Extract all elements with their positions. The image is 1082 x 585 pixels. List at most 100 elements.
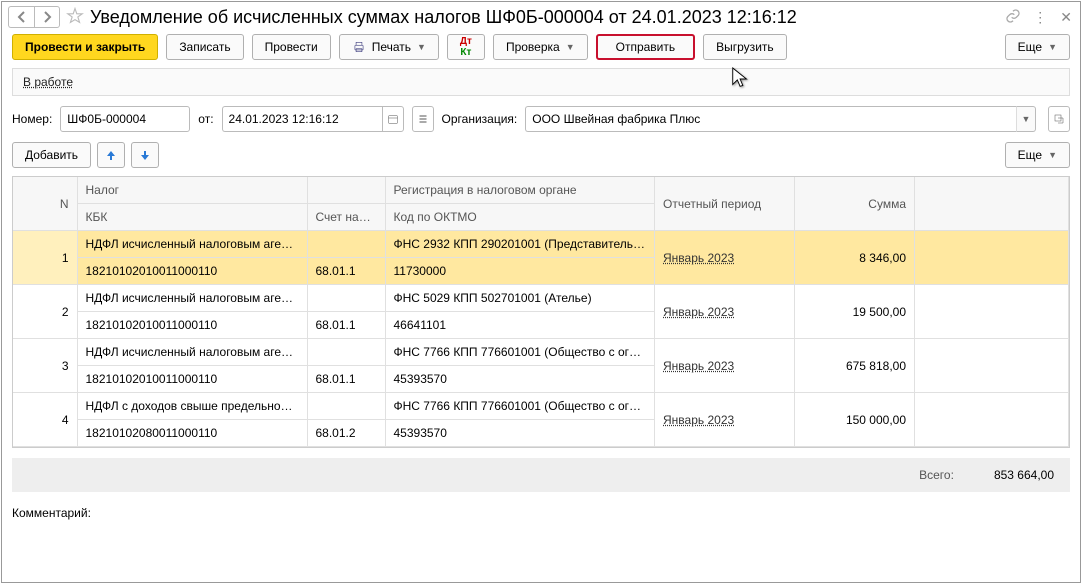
cell-blank xyxy=(915,231,1069,285)
col-amount[interactable]: Сумма xyxy=(795,177,915,231)
cell-blank xyxy=(915,285,1069,339)
list-icon xyxy=(417,113,429,125)
caret-down-icon: ▼ xyxy=(566,42,575,52)
table-row[interactable]: 4НДФЛ с доходов свыше предельной величин… xyxy=(13,393,1069,420)
col-blank xyxy=(915,177,1069,231)
cell-period[interactable]: Январь 2023 xyxy=(655,231,795,285)
cell-period[interactable]: Январь 2023 xyxy=(655,393,795,447)
dtkt-button[interactable]: ДтКт xyxy=(447,34,485,60)
cell-blank xyxy=(915,393,1069,447)
post-and-close-button[interactable]: Провести и закрыть xyxy=(12,34,158,60)
org-label: Организация: xyxy=(442,112,518,126)
comment-label: Комментарий: xyxy=(12,506,91,520)
cell-reg[interactable]: ФНС 7766 КПП 776601001 (Общество с огра.… xyxy=(385,393,655,420)
totals-value: 853 664,00 xyxy=(994,468,1054,482)
cell-kbk[interactable]: 18210102010011000110 xyxy=(77,258,307,285)
save-button[interactable]: Записать xyxy=(166,34,243,60)
cell-acct[interactable]: 68.01.2 xyxy=(307,420,385,447)
cell-period[interactable]: Январь 2023 xyxy=(655,285,795,339)
date-input[interactable] xyxy=(222,106,382,132)
open-icon xyxy=(1053,113,1065,125)
table-row[interactable]: 1НДФЛ исчисленный налоговым агентомФНС 2… xyxy=(13,231,1069,258)
cell-period[interactable]: Январь 2023 xyxy=(655,339,795,393)
org-open-button[interactable] xyxy=(1048,106,1070,132)
cell-amount: 19 500,00 xyxy=(795,285,915,339)
org-dropdown-button[interactable]: ▼ xyxy=(1016,106,1036,132)
cell-oktmo[interactable]: 45393570 xyxy=(385,420,655,447)
org-input[interactable] xyxy=(525,106,1016,132)
cell-acct[interactable]: 68.01.1 xyxy=(307,258,385,285)
cell-tax[interactable]: НДФЛ исчисленный налоговым агентом xyxy=(77,231,307,258)
arrow-up-icon xyxy=(105,149,117,161)
cell-acct-blank xyxy=(307,285,385,312)
cell-kbk[interactable]: 18210102080011000110 xyxy=(77,420,307,447)
cell-oktmo[interactable]: 11730000 xyxy=(385,258,655,285)
col-period[interactable]: Отчетный период xyxy=(655,177,795,231)
cell-oktmo[interactable]: 45393570 xyxy=(385,366,655,393)
cell-amount: 675 818,00 xyxy=(795,339,915,393)
cell-n: 3 xyxy=(13,339,77,393)
number-label: Номер: xyxy=(12,112,52,126)
col-oktmo[interactable]: Код по ОКТМО xyxy=(385,204,655,231)
col-kbk[interactable]: КБК xyxy=(77,204,307,231)
arrow-right-icon xyxy=(41,11,53,23)
printer-icon xyxy=(352,40,366,54)
cell-kbk[interactable]: 18210102010011000110 xyxy=(77,366,307,393)
cell-reg[interactable]: ФНС 7766 КПП 776601001 (Общество с огра.… xyxy=(385,339,655,366)
cell-acct[interactable]: 68.01.1 xyxy=(307,366,385,393)
cell-acct-blank xyxy=(307,231,385,258)
more-menu-icon[interactable]: ⋮ xyxy=(1033,9,1048,26)
send-button[interactable]: Отправить xyxy=(596,34,696,60)
col-n[interactable]: N xyxy=(13,177,77,231)
dtkt-icon: ДтКт xyxy=(460,36,472,58)
cell-acct[interactable]: 68.01.1 xyxy=(307,312,385,339)
cell-reg[interactable]: ФНС 2932 КПП 290201001 (Представительст.… xyxy=(385,231,655,258)
post-button[interactable]: Провести xyxy=(252,34,331,60)
status-bar: В работе xyxy=(12,68,1070,96)
col-acct-label[interactable]: Счет налога xyxy=(307,204,385,231)
close-icon[interactable]: ✕ xyxy=(1060,9,1072,26)
number-input[interactable] xyxy=(60,106,190,132)
list-mode-button[interactable] xyxy=(412,106,434,132)
calendar-button[interactable] xyxy=(382,106,404,132)
totals-row: Всего: 853 664,00 xyxy=(12,458,1070,492)
cell-reg[interactable]: ФНС 5029 КПП 502701001 (Ателье) xyxy=(385,285,655,312)
table-row[interactable]: 3НДФЛ исчисленный налоговым агентомФНС 7… xyxy=(13,339,1069,366)
table-row[interactable]: 2НДФЛ исчисленный налоговым агентомФНС 5… xyxy=(13,285,1069,312)
print-button[interactable]: Печать ▼ xyxy=(339,34,439,60)
status-link[interactable]: В работе xyxy=(23,75,73,89)
caret-down-icon: ▼ xyxy=(1048,42,1057,52)
check-button[interactable]: Проверка ▼ xyxy=(493,34,588,60)
arrow-left-icon xyxy=(16,11,28,23)
col-acct[interactable] xyxy=(307,177,385,204)
move-up-button[interactable] xyxy=(97,142,125,168)
cell-oktmo[interactable]: 46641101 xyxy=(385,312,655,339)
tax-grid[interactable]: N Налог Регистрация в налоговом органе О… xyxy=(13,177,1069,447)
nav-forward-button[interactable] xyxy=(34,6,60,28)
toolbar-more-button[interactable]: Еще ▼ xyxy=(1005,34,1070,60)
totals-label: Всего: xyxy=(919,468,954,482)
date-label: от: xyxy=(198,112,213,126)
nav-back-button[interactable] xyxy=(8,6,34,28)
caret-down-icon: ▼ xyxy=(1048,150,1057,160)
cell-n: 1 xyxy=(13,231,77,285)
cell-acct-blank xyxy=(307,393,385,420)
calendar-icon xyxy=(387,113,399,125)
cell-tax[interactable]: НДФЛ исчисленный налоговым агентом xyxy=(77,285,307,312)
link-icon[interactable] xyxy=(1005,8,1021,27)
col-reg[interactable]: Регистрация в налоговом органе xyxy=(385,177,655,204)
grid-more-button[interactable]: Еще ▼ xyxy=(1005,142,1070,168)
cell-acct-blank xyxy=(307,339,385,366)
col-tax[interactable]: Налог xyxy=(77,177,307,204)
favorite-star-icon[interactable] xyxy=(66,7,84,28)
unload-button[interactable]: Выгрузить xyxy=(703,34,787,60)
move-down-button[interactable] xyxy=(131,142,159,168)
window-title: Уведомление об исчисленных суммах налого… xyxy=(90,7,1005,28)
cell-kbk[interactable]: 18210102010011000110 xyxy=(77,312,307,339)
add-row-button[interactable]: Добавить xyxy=(12,142,91,168)
cell-tax[interactable]: НДФЛ с доходов свыше предельной величин.… xyxy=(77,393,307,420)
caret-down-icon: ▼ xyxy=(417,42,426,52)
cell-amount: 8 346,00 xyxy=(795,231,915,285)
cell-amount: 150 000,00 xyxy=(795,393,915,447)
cell-tax[interactable]: НДФЛ исчисленный налоговым агентом xyxy=(77,339,307,366)
